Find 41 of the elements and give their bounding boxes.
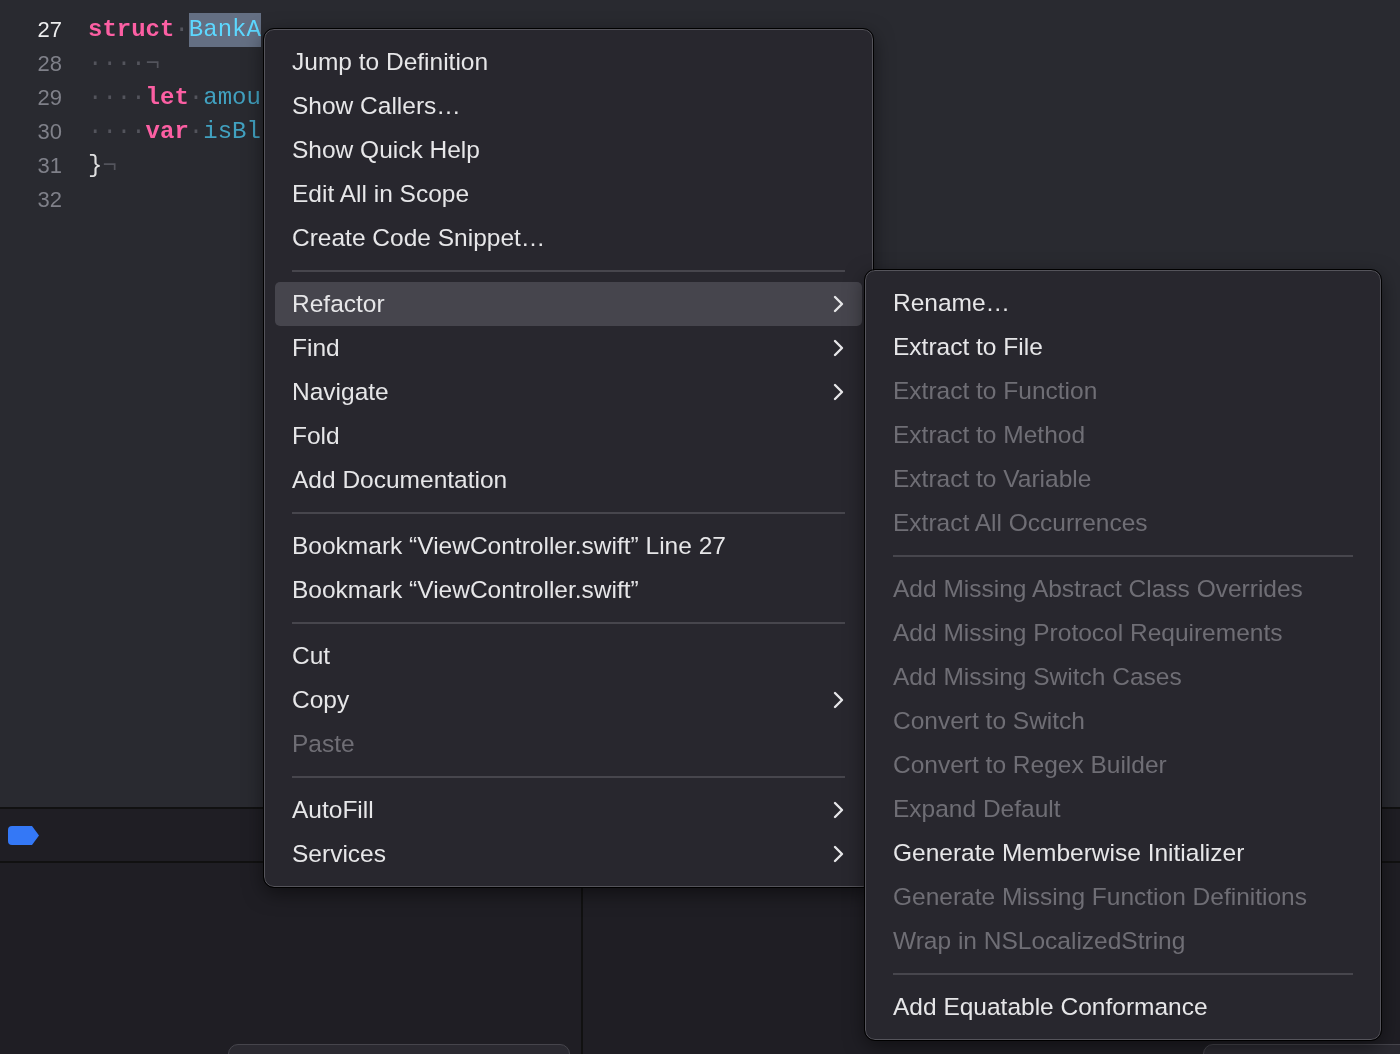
- menu-item[interactable]: Find: [275, 326, 862, 370]
- whitespace-marker: ····: [88, 83, 146, 113]
- line-number: 32: [36, 186, 62, 214]
- menu-item[interactable]: Show Callers…: [275, 84, 862, 128]
- whitespace-marker: ·: [174, 15, 189, 45]
- whitespace-marker: ····: [88, 117, 146, 147]
- menu-item[interactable]: Add Documentation: [275, 458, 862, 502]
- menu-item[interactable]: Copy: [275, 678, 862, 722]
- code-keyword: var: [145, 117, 189, 147]
- menu-item[interactable]: Edit All in Scope: [275, 172, 862, 216]
- selected-identifier: BankA: [188, 13, 261, 47]
- menu-item[interactable]: Jump to Definition: [275, 40, 862, 84]
- whitespace-marker: ·: [188, 83, 204, 113]
- menu-item[interactable]: Bookmark “ViewController.swift” Line 27: [275, 524, 862, 568]
- menu-item[interactable]: Services: [275, 832, 862, 876]
- code-identifier: isBl: [203, 117, 261, 147]
- menu-item[interactable]: Cut: [275, 634, 862, 678]
- menu-item[interactable]: Fold: [275, 414, 862, 458]
- menu-item[interactable]: Generate Memberwise Initializer: [876, 831, 1370, 875]
- menu-item[interactable]: Show Quick Help: [275, 128, 862, 172]
- code-keyword: let: [145, 83, 189, 113]
- code-identifier: amou: [203, 83, 261, 113]
- menu-item[interactable]: Bookmark “ViewController.swift”: [275, 568, 862, 612]
- menu-item[interactable]: Create Code Snippet…: [275, 216, 862, 260]
- menu-item[interactable]: Rename…: [876, 281, 1370, 325]
- line-number: 30: [36, 118, 62, 146]
- menu-item[interactable]: AutoFill: [275, 788, 862, 832]
- breakpoint-icon[interactable]: [8, 825, 39, 845]
- line-number: 27: [36, 16, 62, 44]
- code-brace: }: [88, 151, 103, 181]
- whitespace-marker: ·: [188, 117, 204, 147]
- code-keyword: struct: [88, 15, 175, 45]
- menu-item[interactable]: Navigate: [275, 370, 862, 414]
- whitespace-marker: ····¬: [88, 49, 160, 79]
- menu-item[interactable]: Add Equatable Conformance: [876, 985, 1370, 1029]
- menu-item[interactable]: Extract to File: [876, 325, 1370, 369]
- line-number: 31: [36, 152, 62, 180]
- whitespace-marker: ¬: [102, 151, 117, 181]
- menu-item[interactable]: Refactor: [275, 282, 862, 326]
- line-number: 28: [36, 50, 62, 78]
- line-number: 29: [36, 84, 62, 112]
